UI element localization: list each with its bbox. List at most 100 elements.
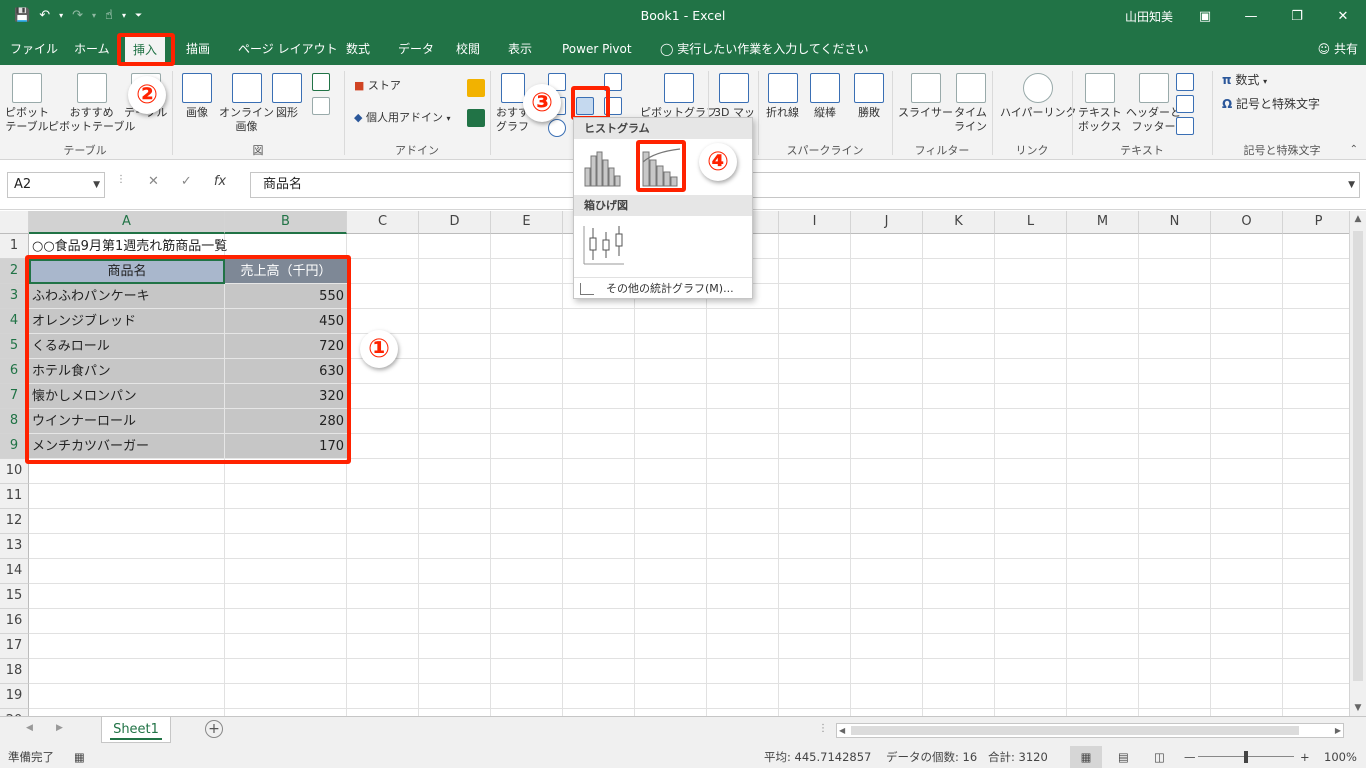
boxplot-chart-option[interactable] — [582, 222, 626, 268]
zoom-slider-thumb[interactable] — [1244, 751, 1248, 763]
row-header-19[interactable]: 19 — [0, 684, 29, 709]
column-header-n[interactable]: N — [1139, 211, 1211, 234]
row-header-18[interactable]: 18 — [0, 659, 29, 684]
bing-maps-icon[interactable] — [467, 79, 489, 97]
shapes-button[interactable]: 図形 — [272, 73, 302, 120]
next-sheet-icon[interactable]: ▶ — [56, 723, 63, 733]
smartart-icon[interactable] — [312, 73, 334, 91]
row-header-12[interactable]: 12 — [0, 509, 29, 534]
3d-map-button[interactable]: 3D マッ — [714, 73, 755, 120]
formula-input[interactable]: 商品名 ▼ — [250, 172, 1360, 198]
add-sheet-icon[interactable]: + — [205, 720, 223, 738]
tab-page-layout[interactable]: ページ レイアウト — [238, 33, 338, 65]
column-header-e[interactable]: E — [491, 211, 563, 234]
zoom-out-icon[interactable]: — — [1184, 746, 1196, 768]
header-footer-button[interactable]: ヘッダーと フッター — [1126, 73, 1181, 134]
tab-view[interactable]: 表示 — [508, 33, 532, 65]
select-all-corner[interactable] — [0, 211, 29, 234]
row-header-20[interactable]: 20 — [0, 709, 29, 716]
row-header-11[interactable]: 11 — [0, 484, 29, 509]
slicer-button[interactable]: スライサー — [898, 73, 953, 120]
row-header-13[interactable]: 13 — [0, 534, 29, 559]
pivot-chart-button[interactable]: ピボットグラフ — [640, 73, 717, 120]
tab-data[interactable]: データ — [398, 33, 434, 65]
user-name[interactable]: 山田知美 — [1125, 8, 1173, 25]
row-header-15[interactable]: 15 — [0, 584, 29, 609]
column-header-p[interactable]: P — [1283, 211, 1349, 234]
symbol-button[interactable]: Ω 記号と特殊文字 — [1222, 97, 1320, 111]
cancel-icon[interactable]: ✕ — [148, 174, 159, 189]
column-header-m[interactable]: M — [1067, 211, 1139, 234]
zoom-in-icon[interactable]: + — [1300, 746, 1310, 768]
sheet-tab-sheet1[interactable]: Sheet1 — [101, 717, 171, 743]
zoom-level[interactable]: 100% — [1324, 746, 1357, 768]
expand-formula-icon[interactable]: ▼ — [1348, 173, 1355, 197]
sparkline-winloss-button[interactable]: 勝敗 — [854, 73, 884, 120]
signature-dropdown[interactable] — [1176, 95, 1198, 113]
tell-me-box[interactable]: ◯ 実行したい作業を入力してください — [660, 33, 869, 65]
screenshot-icon[interactable] — [312, 97, 334, 115]
macro-record-icon[interactable]: ▦ — [74, 746, 85, 768]
column-header-i[interactable]: I — [779, 211, 851, 234]
column-header-o[interactable]: O — [1211, 211, 1283, 234]
row-header-16[interactable]: 16 — [0, 609, 29, 634]
online-image-button[interactable]: オンライン 画像 — [219, 73, 274, 134]
histogram-chart-option[interactable] — [582, 146, 622, 188]
enter-icon[interactable]: ✓ — [181, 174, 192, 189]
column-header-l[interactable]: L — [995, 211, 1067, 234]
column-header-c[interactable]: C — [347, 211, 419, 234]
horizontal-scrollbar[interactable]: ◀ ▶ — [836, 723, 1344, 738]
row-header-17[interactable]: 17 — [0, 634, 29, 659]
status-count[interactable]: データの個数: 16 — [886, 746, 977, 768]
column-header-k[interactable]: K — [923, 211, 995, 234]
close-icon[interactable]: ✕ — [1320, 0, 1366, 33]
status-average[interactable]: 平均: 445.7142857 — [764, 746, 871, 768]
status-sum[interactable]: 合計: 3120 — [988, 746, 1048, 768]
restore-icon[interactable]: ❐ — [1274, 0, 1320, 33]
pivot-table-button[interactable]: ピボット テーブル — [5, 73, 49, 134]
tab-file[interactable]: ファイル — [10, 33, 58, 65]
column-header-j[interactable]: J — [851, 211, 923, 234]
page-break-view-icon[interactable]: ◫ — [1154, 746, 1165, 768]
vertical-scrollbar[interactable]: ▲ ▼ — [1349, 211, 1366, 716]
column-header-b[interactable]: B — [225, 211, 347, 234]
pareto-chart-option[interactable] — [636, 140, 686, 192]
people-graph-icon[interactable] — [467, 109, 489, 127]
my-addins-button[interactable]: ◆ 個人用アドイン ▾ — [354, 111, 450, 126]
sparkline-column-button[interactable]: 縦棒 — [810, 73, 840, 120]
tab-draw[interactable]: 描画 — [186, 33, 210, 65]
prev-sheet-icon[interactable]: ◀ — [26, 723, 33, 733]
textbox-button[interactable]: テキスト ボックス — [1078, 73, 1122, 134]
tab-formulas[interactable]: 数式 — [346, 33, 370, 65]
timeline-button[interactable]: タイム ライン — [954, 73, 987, 134]
share-button[interactable]: ☺ 共有 — [1318, 33, 1358, 65]
sparkline-line-button[interactable]: 折れ線 — [766, 73, 799, 120]
equation-button[interactable]: π 数式 ▾ — [1222, 73, 1267, 89]
recommended-pivot-button[interactable]: おすすめ ピボットテーブル — [48, 73, 135, 134]
scroll-left-icon[interactable]: ◀ — [839, 724, 845, 737]
ribbon-display-options-icon[interactable]: ▣ — [1182, 0, 1228, 33]
minimize-icon[interactable]: — — [1228, 0, 1274, 33]
object-button[interactable] — [1176, 117, 1198, 135]
image-button[interactable]: 画像 — [182, 73, 212, 120]
insert-function-icon[interactable]: fx — [214, 174, 226, 189]
name-box[interactable]: A2 ▼ — [7, 172, 105, 198]
tab-review[interactable]: 校閲 — [456, 33, 480, 65]
column-header-a[interactable]: A — [29, 211, 225, 234]
page-layout-view-icon[interactable]: ▤ — [1118, 746, 1129, 768]
scroll-right-icon[interactable]: ▶ — [1335, 724, 1341, 737]
scroll-down-icon[interactable]: ▼ — [1350, 700, 1366, 716]
column-header-d[interactable]: D — [419, 211, 491, 234]
collapse-ribbon-icon[interactable]: ⌃ — [1350, 144, 1358, 155]
more-statistic-charts-item[interactable]: その他の統計グラフ(M)... — [574, 277, 752, 299]
store-button[interactable]: ■ ストア — [354, 79, 401, 93]
pie-chart-dropdown[interactable] — [548, 119, 570, 137]
scroll-up-icon[interactable]: ▲ — [1350, 211, 1366, 227]
hyperlink-button[interactable]: ハイパーリンク — [1000, 73, 1077, 120]
chevron-down-icon[interactable]: ▼ — [93, 173, 100, 197]
row-header-14[interactable]: 14 — [0, 559, 29, 584]
tab-home[interactable]: ホーム — [74, 33, 110, 65]
tab-power-pivot[interactable]: Power Pivot — [562, 33, 632, 65]
normal-view-icon[interactable]: ▦ — [1070, 746, 1102, 768]
horizontal-scroll-thumb[interactable] — [851, 726, 1299, 735]
